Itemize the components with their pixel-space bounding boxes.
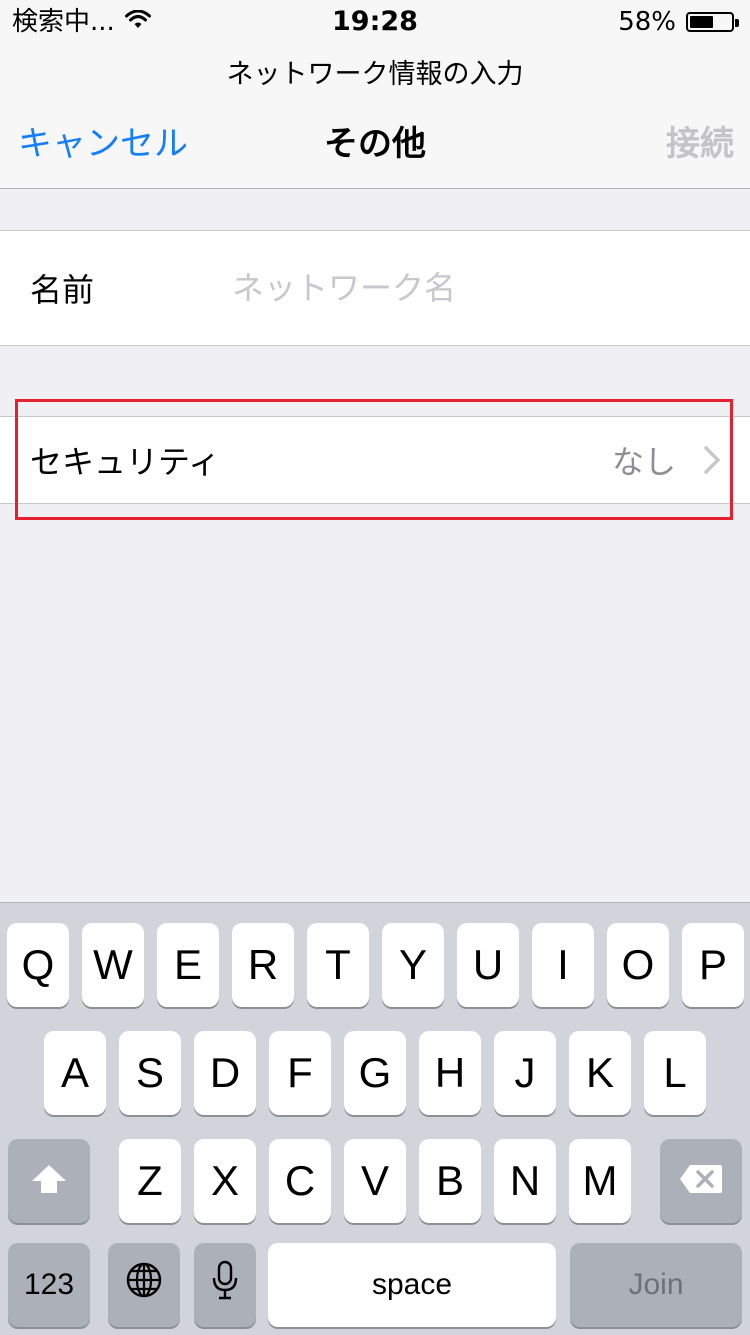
key-a[interactable]: A (44, 1031, 106, 1115)
status-bar-right: 58% (618, 6, 739, 38)
battery-percent: 58% (618, 7, 676, 37)
key-v[interactable]: V (344, 1139, 406, 1223)
network-name-label: 名前 (30, 271, 95, 309)
key-q[interactable]: Q (7, 923, 69, 1007)
battery-level (690, 16, 713, 28)
key-u[interactable]: U (457, 923, 519, 1007)
security-label: セキュリティ (30, 443, 221, 481)
join-key[interactable]: Join (570, 1243, 742, 1327)
dictation-key[interactable] (194, 1243, 256, 1327)
network-name-cell[interactable]: 名前 (0, 230, 750, 346)
network-name-input[interactable] (232, 269, 712, 307)
key-t[interactable]: T (307, 923, 369, 1007)
key-w[interactable]: W (82, 923, 144, 1007)
key-k[interactable]: K (569, 1031, 631, 1115)
key-o[interactable]: O (607, 923, 669, 1007)
numbers-key[interactable]: 123 (8, 1243, 90, 1327)
nav-prompt: ネットワーク情報の入力 (226, 59, 524, 90)
key-x[interactable]: X (194, 1139, 256, 1223)
key-p[interactable]: P (682, 923, 744, 1007)
space-key[interactable]: space (268, 1243, 556, 1327)
key-n[interactable]: N (494, 1139, 556, 1223)
globe-key[interactable] (108, 1243, 180, 1327)
security-value: なし (611, 443, 676, 481)
key-c[interactable]: C (269, 1139, 331, 1223)
key-r[interactable]: R (232, 923, 294, 1007)
key-e[interactable]: E (157, 923, 219, 1007)
microphone-icon (212, 1260, 238, 1310)
key-l[interactable]: L (644, 1031, 706, 1115)
shift-key[interactable] (8, 1139, 90, 1223)
backspace-icon (678, 1157, 724, 1205)
delete-key[interactable] (660, 1139, 742, 1223)
key-h[interactable]: H (419, 1031, 481, 1115)
globe-icon (125, 1261, 163, 1309)
key-j[interactable]: J (494, 1031, 556, 1115)
key-b[interactable]: B (419, 1139, 481, 1223)
security-cell[interactable]: セキュリティ なし (0, 416, 750, 504)
key-g[interactable]: G (344, 1031, 406, 1115)
page-title: その他 (324, 124, 426, 164)
battery-icon (686, 12, 739, 32)
shift-arrow-icon (30, 1157, 68, 1205)
key-i[interactable]: I (532, 923, 594, 1007)
key-m[interactable]: M (569, 1139, 631, 1223)
key-z[interactable]: Z (119, 1139, 181, 1223)
key-f[interactable]: F (269, 1031, 331, 1115)
key-s[interactable]: S (119, 1031, 181, 1115)
connect-button[interactable]: 接続 (666, 120, 734, 168)
chevron-right-icon (702, 445, 722, 475)
keyboard: QWERTYUIOP ASDFGHJKL ZXCVBNM 123 space J… (0, 902, 750, 1335)
key-d[interactable]: D (194, 1031, 256, 1115)
key-y[interactable]: Y (382, 923, 444, 1007)
